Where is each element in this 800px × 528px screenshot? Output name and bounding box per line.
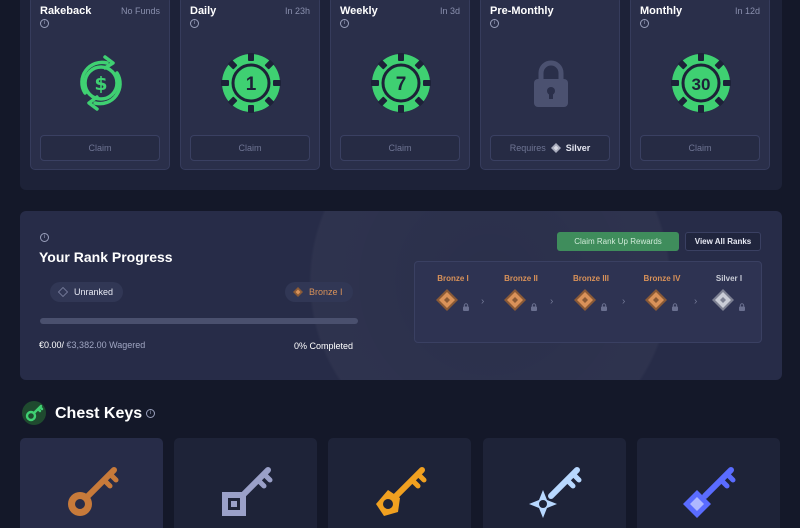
reward-title: Pre-Monthly xyxy=(490,5,554,17)
lock-icon xyxy=(463,303,470,311)
chevron-right-icon: › xyxy=(550,296,554,307)
info-icon[interactable]: i xyxy=(490,19,499,28)
silver-key-icon xyxy=(222,467,273,516)
chip-icon: 30 xyxy=(671,53,731,113)
chevron-right-icon: › xyxy=(694,296,698,307)
reward-status: No Funds xyxy=(120,6,160,16)
key-card-bronze[interactable] xyxy=(20,438,163,528)
rank-tier-track: Bronze I › Bronze II › Bronze III › Bron… xyxy=(414,261,762,343)
reward-card-pre-monthly: Pre-Monthly i Requires Silver xyxy=(480,0,620,170)
completion-percent: 0% Completed xyxy=(294,341,354,351)
rank-progress-title: Your Rank Progress xyxy=(39,249,173,265)
bronze-key-icon xyxy=(68,467,119,516)
view-all-ranks-button[interactable]: View All Ranks xyxy=(685,232,761,251)
svg-text:1: 1 xyxy=(246,74,257,95)
chip-icon: 1 xyxy=(221,53,281,113)
claim-button[interactable]: Claim xyxy=(640,135,760,161)
claim-button[interactable]: Claim xyxy=(190,135,310,161)
reward-status: In 23h xyxy=(284,6,310,16)
wagered-amount: €0.00/ €3,382.00 Wagered xyxy=(39,340,146,350)
claim-button[interactable]: Claim xyxy=(340,135,460,161)
info-icon[interactable]: i xyxy=(146,409,155,418)
rank-tier: Silver I xyxy=(699,274,759,316)
current-rank-pill: Unranked xyxy=(50,282,124,302)
rank-progress-panel: i Your Rank Progress Claim Rank Up Rewar… xyxy=(20,211,782,380)
rewards-panel: Rakeback No Funds i $ Claim Daily In 23h… xyxy=(20,0,782,190)
reward-title: Monthly xyxy=(640,5,683,17)
svg-text:30: 30 xyxy=(692,75,711,94)
lock-icon xyxy=(739,303,746,311)
reward-title: Weekly xyxy=(340,5,378,17)
bronze-rank-icon xyxy=(435,289,458,311)
reward-card-weekly: Weekly In 3d i 7 Claim xyxy=(330,0,470,170)
chest-keys-title: Chest Keys xyxy=(55,405,143,422)
key-card-silver[interactable] xyxy=(174,438,317,528)
lock-icon xyxy=(531,303,538,311)
reward-title: Daily xyxy=(190,5,217,17)
bronze-rank-icon xyxy=(503,289,526,311)
info-icon[interactable]: i xyxy=(640,19,649,28)
info-icon[interactable]: i xyxy=(40,233,49,242)
rank-tier: Bronze IV xyxy=(632,274,692,316)
rank-progress-bar xyxy=(40,318,358,324)
gold-key-icon xyxy=(376,467,427,516)
rank-tier: Bronze II xyxy=(491,274,551,316)
reward-title: Rakeback xyxy=(40,5,92,17)
chevron-right-icon: › xyxy=(622,296,626,307)
svg-text:$: $ xyxy=(94,73,107,95)
claim-rank-up-rewards-button[interactable]: Claim Rank Up Rewards xyxy=(557,232,679,251)
info-icon[interactable]: i xyxy=(340,19,349,28)
info-icon[interactable]: i xyxy=(40,19,49,28)
key-card-diamond[interactable] xyxy=(637,438,780,528)
chest-key-icon xyxy=(22,401,46,425)
info-icon[interactable]: i xyxy=(190,19,199,28)
lock-icon xyxy=(672,303,679,311)
reward-status: In 3d xyxy=(439,6,460,16)
next-rank-pill: Bronze I xyxy=(285,282,353,302)
reward-status: In 12d xyxy=(734,6,760,16)
requires-silver-button[interactable]: Requires Silver xyxy=(490,135,610,161)
bronze-rank-icon xyxy=(573,289,596,311)
chip-icon: 7 xyxy=(371,53,431,113)
key-card-gold[interactable] xyxy=(328,438,471,528)
unranked-rank-icon xyxy=(58,287,68,297)
claim-button[interactable]: Claim xyxy=(40,135,160,161)
diamond-key-icon xyxy=(683,467,736,518)
chevron-right-icon: › xyxy=(481,296,485,307)
lock-icon xyxy=(601,303,608,311)
reward-card-rakeback: Rakeback No Funds i $ Claim xyxy=(30,0,170,170)
platinum-key-icon xyxy=(529,467,582,518)
bronze-rank-icon xyxy=(644,289,667,311)
rank-tier: Bronze III xyxy=(561,274,621,316)
silver-rank-icon xyxy=(711,289,734,311)
silver-rank-icon xyxy=(550,143,561,153)
lock-icon xyxy=(534,60,568,107)
svg-text:7: 7 xyxy=(396,74,407,95)
rakeback-dollar-icon: $ xyxy=(80,55,122,111)
key-card-platinum[interactable] xyxy=(483,438,626,528)
rank-tier: Bronze I xyxy=(423,274,483,316)
bronze-rank-icon xyxy=(293,287,303,297)
reward-card-monthly: Monthly In 12d i 30 Claim xyxy=(630,0,770,170)
reward-card-daily: Daily In 23h i 1 Claim xyxy=(180,0,320,170)
